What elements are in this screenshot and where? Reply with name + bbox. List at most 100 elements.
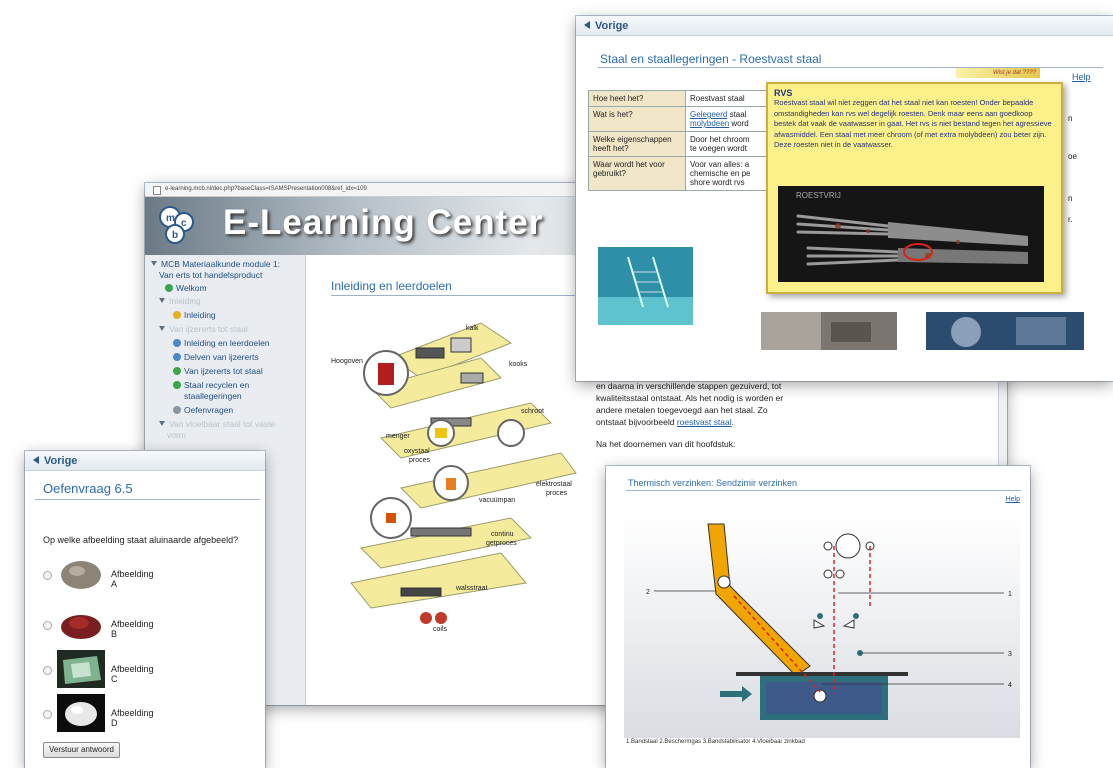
svg-text:m: m — [166, 213, 175, 224]
status-quiz-icon — [173, 406, 181, 414]
caster-mark — [386, 513, 396, 523]
status-inprogress-icon — [173, 311, 181, 319]
table-row: Wat is het? Gelegeerd staal molybdeen wor… — [588, 106, 767, 132]
url-text: e-learning.mcb.nl/dec.php?baseClass=ISAM… — [165, 186, 367, 192]
banner-title: E-Learning Center — [223, 203, 544, 242]
label-kooks: kooks — [509, 361, 528, 368]
radio-button[interactable] — [43, 621, 52, 630]
quiz-window: Vorige Oefenvraag 6.5 Op welke afbeeldin… — [25, 451, 265, 768]
mcb-logo-icon: m c b — [159, 206, 194, 244]
label-coils: coils — [433, 626, 448, 633]
sidebar-section-vloeibaar-cont[interactable]: vorm — [167, 430, 186, 440]
label-oxystaal: oxystaal — [404, 448, 430, 455]
photo-stamp: ROESTVRIJ — [796, 191, 841, 200]
expand-arrow-icon[interactable] — [159, 326, 165, 331]
help-link[interactable]: Help — [1072, 72, 1091, 82]
molybdeen-link[interactable]: molybdeen — [690, 119, 729, 128]
staal-table: Hoe heet het? Roestvast staal Wat is het… — [588, 90, 767, 191]
sidebar-item-oefenvragen[interactable]: Oefenvragen — [173, 405, 233, 415]
vorige-button[interactable]: Vorige — [25, 451, 265, 471]
quiz-question: Op welke afbeelding staat aluinaarde afg… — [43, 535, 239, 545]
sidebar-section-vloeibaar[interactable]: Van vloeibaar staal tot vaste — [159, 419, 275, 429]
help-link[interactable]: Help — [1006, 496, 1020, 503]
sidebar-item-recyclen[interactable]: Staal recyclen en — [173, 380, 249, 390]
svg-text:c: c — [181, 218, 187, 229]
label-menger: menger — [386, 433, 410, 440]
sidebar-item-delven[interactable]: Delven van ijzererts — [173, 352, 259, 362]
submit-answer-button[interactable]: Verstuur antwoord — [43, 742, 120, 758]
option-label: Afbeelding D — [111, 708, 154, 728]
table-cell-clipped: n — [1068, 114, 1073, 123]
radio-button[interactable] — [43, 710, 52, 719]
label-continu: continu — [491, 531, 514, 538]
white-crystal-image — [57, 694, 105, 732]
label-hoogoven: Hoogoven — [331, 358, 363, 365]
sidebar-section-inleiding[interactable]: Inleiding — [159, 296, 201, 306]
sidebar-module[interactable]: MCB Materiaalkunde module 1: — [151, 259, 280, 269]
sendzimir-window: Thermisch verzinken: Sendzimir verzinken… — [606, 466, 1030, 768]
label-walsstraat: walsstraat — [455, 585, 488, 592]
label-kalk: kalk — [466, 325, 479, 332]
vorige-button[interactable]: Vorige — [576, 16, 1113, 36]
pool-photo — [598, 247, 693, 325]
body-line: kwaliteitsstaal ontstaat. Als het nodig … — [596, 393, 784, 403]
status-complete-icon — [173, 367, 181, 375]
table-cell: Welke eigenschappen heeft het? — [588, 131, 686, 157]
table-cell: Waar wordt het voor gebruikt? — [588, 156, 686, 191]
sidebar-item-inleiding[interactable]: Inleiding — [173, 310, 216, 320]
red-powder-image — [57, 605, 105, 643]
expand-arrow-icon[interactable] — [151, 261, 157, 266]
green-mineral-image — [57, 650, 105, 688]
back-arrow-icon — [584, 21, 590, 29]
steel-process-diagram: Hoogoven kalk kooks schroot menger oxyst… — [331, 322, 577, 633]
expand-arrow-icon[interactable] — [159, 298, 165, 303]
expand-arrow-icon[interactable] — [159, 421, 165, 426]
option-label: Afbeelding A — [111, 569, 154, 589]
sidebar-module-sub[interactable]: Van erts tot handelsproduct — [159, 270, 262, 280]
gelegeerd-link[interactable]: Gelegeerd — [690, 110, 727, 119]
label-getproces: getproces — [486, 540, 517, 547]
table-cell: Wat is het? — [588, 106, 686, 132]
table-cell: Gelegeerd staal molybdeen word — [685, 106, 767, 132]
status-complete-icon — [165, 284, 173, 292]
staal-title: Staal en staallegeringen - Roestvast sta… — [600, 52, 822, 66]
table-row: Hoe heet het? Roestvast staal — [588, 90, 767, 107]
sendzimir-title: Thermisch verzinken: Sendzimir verzinken — [628, 478, 798, 488]
vacuum-mark — [446, 478, 456, 490]
sidebar-item-van-ijzererts[interactable]: Van ijzererts tot staal — [173, 366, 263, 376]
label-3: 3 — [1008, 651, 1012, 658]
radio-button[interactable] — [43, 666, 52, 675]
rvs-popup: RVS Roestvast staal wil niet zeggen dat … — [766, 82, 1063, 294]
table-cell-clipped: oe — [1068, 152, 1077, 161]
label-1: 1 — [1008, 591, 1012, 598]
table-cell: Door het chroom te voegen wordt — [685, 131, 767, 157]
status-current-icon — [173, 339, 181, 347]
diagram-caption: 1.Bandstaal 2.Beschermgas 3.Bandstabilis… — [626, 739, 805, 745]
wist-je-dat-button[interactable]: Wist je dat ???? — [956, 68, 1040, 78]
table-cell: Hoe heet het? — [588, 90, 686, 107]
sidebar-item-recyclen-cont[interactable]: staallegeringen — [184, 391, 242, 401]
sidebar-item-welkom[interactable]: Welkom — [165, 283, 207, 293]
option-label: Afbeelding B — [111, 619, 154, 639]
table-cell: Roestvast staal — [685, 90, 767, 107]
content-body-text: en daarna in verschillende stappen gezui… — [596, 380, 836, 450]
rusty-forks-photo: ROESTVRIJ — [778, 186, 1044, 282]
content-title: Inleiding en leerdoelen — [331, 279, 452, 293]
sidebar-section-ijzererts[interactable]: Van ijzererts tot staal — [159, 324, 248, 334]
body-line: Na het doornemen van dit hoofdstuk: — [596, 439, 736, 449]
label-vacuumpan: vacuümpan — [479, 497, 515, 504]
rvs-body: Roestvast staal wil niet zeggen dat het … — [774, 98, 1052, 149]
rvs-title: RVS — [774, 88, 793, 98]
sidebar-item-leerdoelen[interactable]: Inleiding en leerdoelen — [173, 338, 270, 348]
option-label: Afbeelding C — [111, 664, 154, 684]
converter-mark — [435, 428, 447, 438]
label-elektrostaal: elektrostaal — [536, 481, 572, 488]
label-4: 4 — [1008, 682, 1012, 689]
radio-button[interactable] — [43, 571, 52, 580]
label-schroot: schroot — [521, 408, 544, 415]
table-cell-clipped: n — [1068, 194, 1073, 203]
roestvast-staal-link[interactable]: roestvast staal — [677, 417, 732, 427]
back-arrow-icon — [33, 456, 39, 464]
status-complete-icon — [173, 381, 181, 389]
title-divider — [331, 295, 581, 296]
